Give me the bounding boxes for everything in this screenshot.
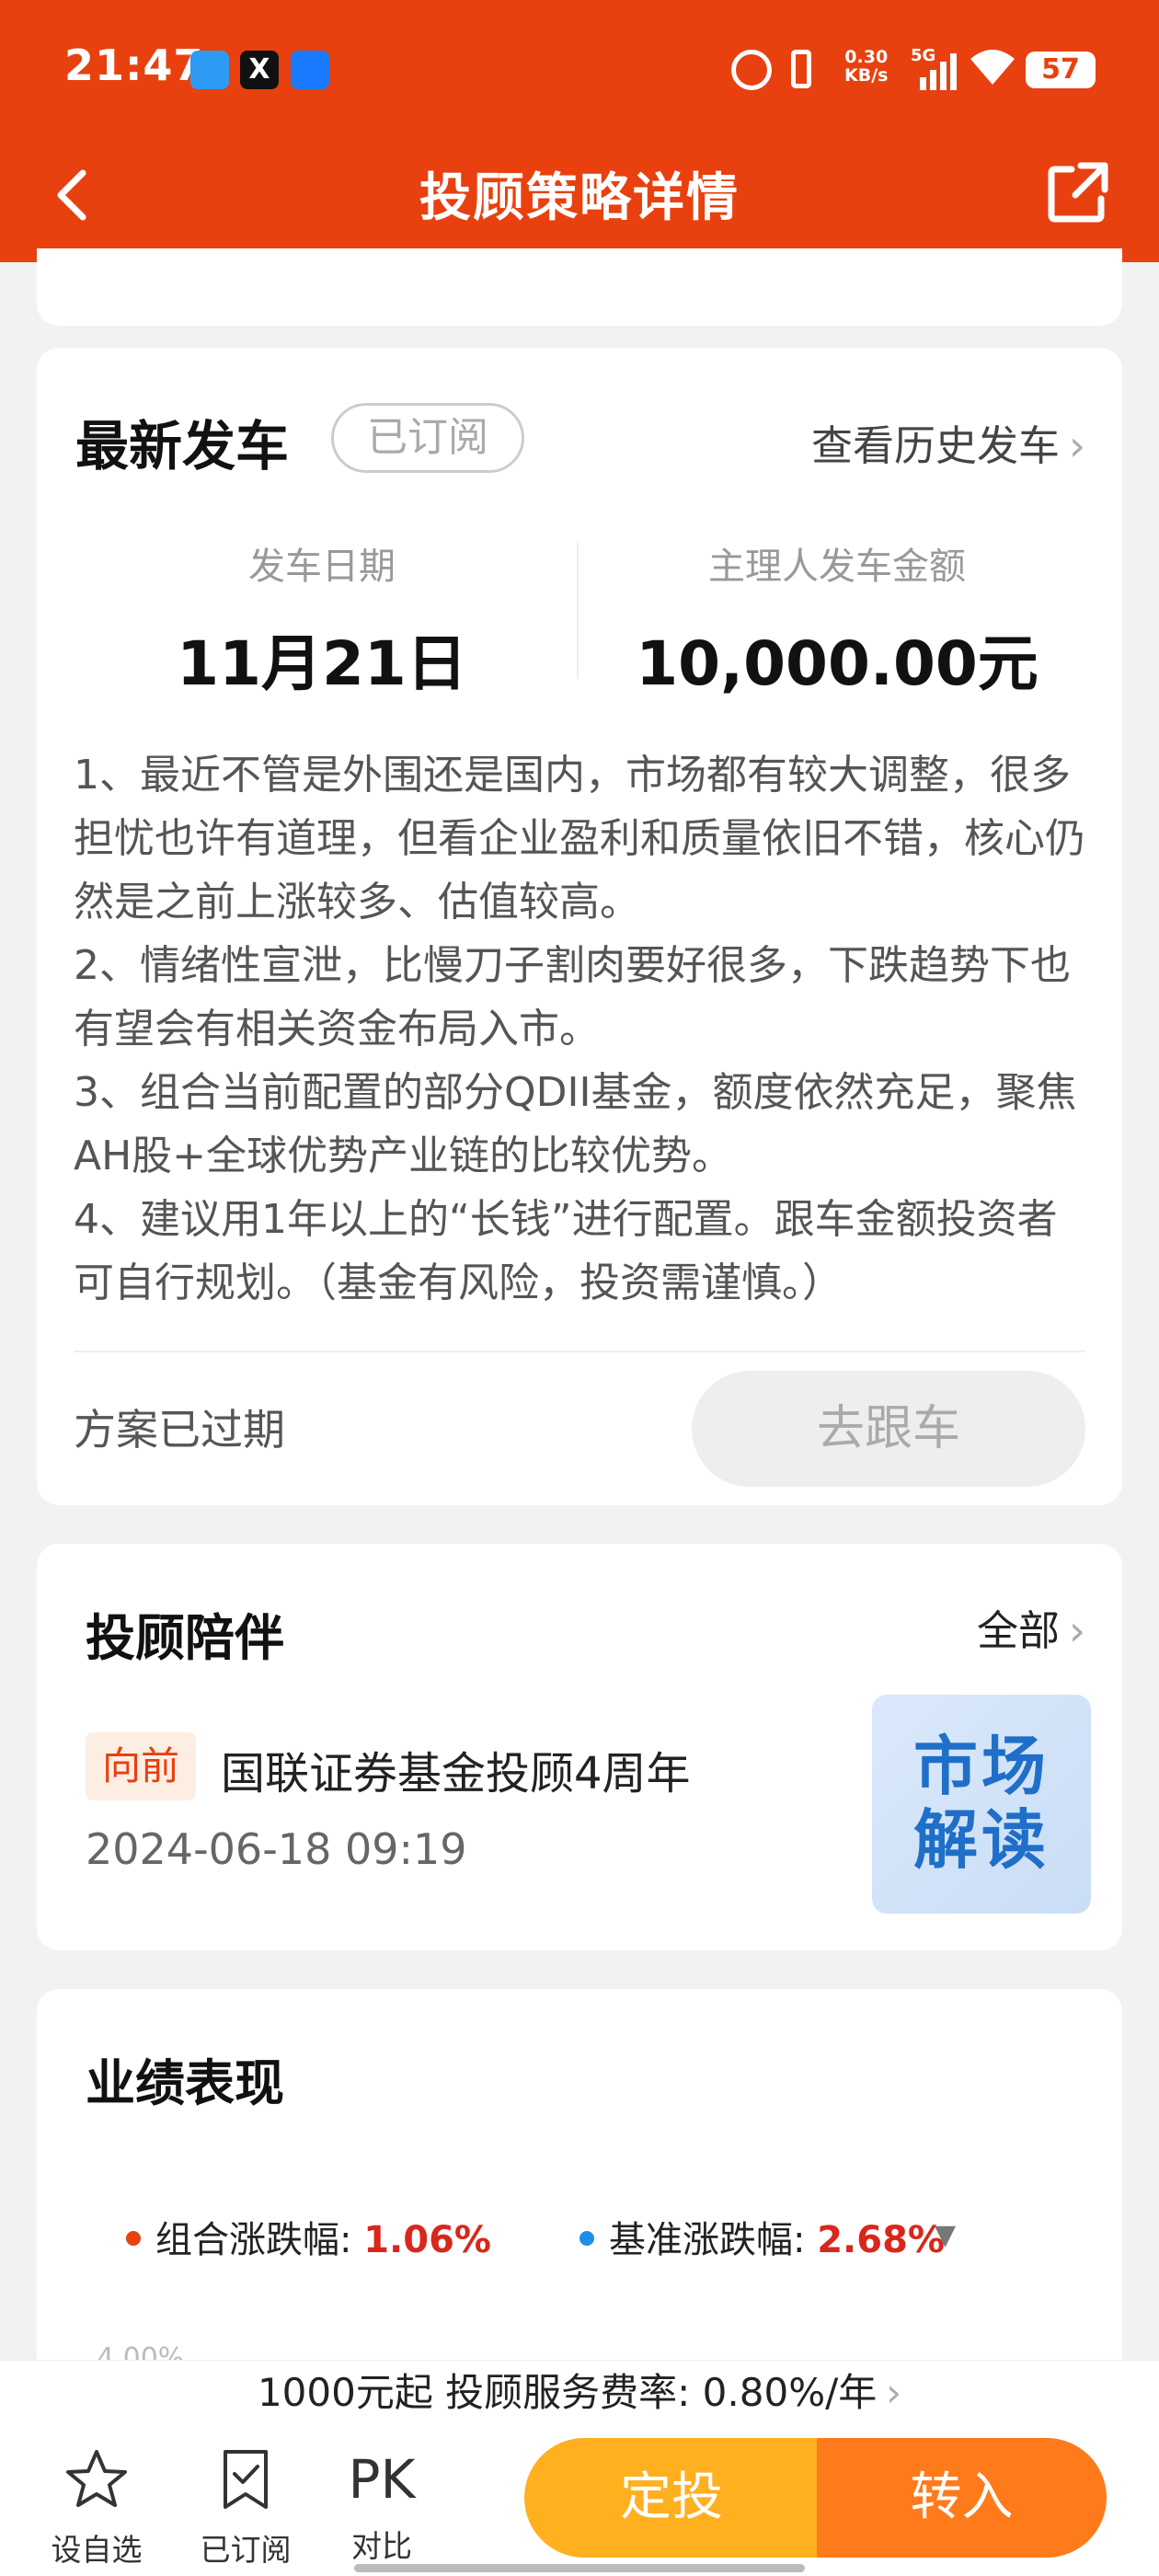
stat-divider (577, 541, 579, 679)
net-speed-value: 0.30 (844, 47, 889, 67)
status-bar: 21:47 X 0.30 KB/s 5G 57 (0, 0, 1159, 138)
performance-card: 业绩表现 组合涨跌幅: 1.06% 基准涨跌幅: 2.68% ▼ 4.00% (37, 1989, 1122, 2375)
net-speed: 0.30 KB/s (844, 48, 888, 85)
previous-card-tail (37, 248, 1122, 326)
net-speed-unit: KB/s (844, 65, 889, 86)
legend-label: 基准涨跌幅: (609, 2219, 818, 2261)
fee-text: 1000元起 投顾服务费率: 0.80%/年 (257, 2370, 878, 2415)
message-app-icon (291, 51, 329, 89)
portfolio-dot-icon (126, 2231, 141, 2246)
paragraph: 4、建议用1年以上的“长钱”进行配置。跟车金额投资者可自行规划。（基金有风险，投… (74, 1196, 1058, 1306)
battery-icon: 57 (1026, 52, 1096, 88)
bottom-action-bar: 设自选 已订阅 PK 对比 定投 转入 (0, 2424, 1159, 2576)
chevron-right-icon: › (1069, 421, 1085, 470)
article-date: 2024-06-18 09:19 (86, 1824, 467, 1874)
chevron-right-icon: › (886, 2370, 902, 2415)
status-time: 21:47 (64, 40, 204, 90)
page-title: 投顾策略详情 (419, 168, 740, 228)
launch-date-value: 11月21日 (177, 628, 467, 699)
home-indicator[interactable] (354, 2564, 805, 2572)
add-watchlist-button[interactable]: 设自选 (37, 2443, 156, 2570)
app-notification-icon (190, 51, 229, 89)
latest-launch-card: 最新发车 已订阅 查看历史发车 › 发车日期 11月21日 主理人发车金额 10,… (37, 348, 1122, 1505)
history-link-label: 查看历史发车 (810, 421, 1060, 470)
bookmark-check-icon (224, 2450, 268, 2509)
dingtou-button[interactable]: 定投 (524, 2438, 819, 2558)
star-icon (66, 2450, 127, 2507)
chevron-right-icon: › (1069, 1606, 1085, 1655)
expired-text: 方案已过期 (74, 1405, 285, 1455)
benchmark-dropdown-icon[interactable]: ▼ (935, 2219, 956, 2251)
pk-icon: PK (348, 2448, 416, 2511)
launch-description: 1、最近不管是外围还是国内，市场都有较大调整，很多担忧也许有道理，但看企业盈利和… (74, 743, 1085, 1315)
paragraph: 2、情绪性宣泄，比慢刀子割肉要好很多，下跌趋势下也有望会有相关资金布局入市。 (74, 942, 1071, 1052)
share-icon[interactable] (1044, 158, 1112, 226)
legend-label: 组合涨跌幅: (155, 2219, 364, 2261)
article-thumbnail[interactable]: 市场 解读 (872, 1695, 1091, 1914)
transfer-in-button[interactable]: 转入 (817, 2438, 1107, 2558)
benchmark-legend: 基准涨跌幅: 2.68% (580, 2210, 945, 2263)
view-history-link[interactable]: 查看历史发车 › (811, 412, 1085, 472)
x-app-icon: X (240, 51, 279, 89)
alarm-icon (731, 50, 772, 90)
launch-amount-label: 主理人发车金额 (708, 546, 966, 588)
portfolio-return: 1.06% (363, 2219, 491, 2261)
section-title: 投顾陪伴 (86, 1609, 284, 1667)
nav-label: 对比 (351, 2528, 412, 2564)
nav-label: 已订阅 (200, 2532, 292, 2568)
section-title: 业绩表现 (86, 2054, 284, 2112)
subscribed-badge: 已订阅 (331, 403, 524, 473)
follow-button[interactable]: 去跟车 (692, 1371, 1085, 1487)
section-title: 最新发车 (75, 415, 290, 477)
compare-button[interactable]: PK 对比 (322, 2443, 442, 2566)
all-link-label: 全部 (976, 1606, 1060, 1655)
article-title[interactable]: 国联证券基金投顾4周年 (221, 1737, 691, 1801)
thumb-line: 市场 (913, 1729, 1050, 1804)
signal-icon (920, 53, 960, 90)
launch-date-label: 发车日期 (248, 546, 396, 588)
companion-card: 投顾陪伴 全部 › 向前 国联证券基金投顾4周年 2024-06-18 09:19… (37, 1544, 1122, 1950)
article-tag: 向前 (86, 1732, 196, 1800)
subscribed-button[interactable]: 已订阅 (186, 2443, 305, 2570)
nav-label: 设自选 (51, 2532, 143, 2568)
portfolio-legend: 组合涨跌幅: 1.06% (126, 2210, 491, 2263)
benchmark-dot-icon (580, 2231, 594, 2246)
fee-info-link[interactable]: 1000元起 投顾服务费率: 0.80%/年 › (0, 2360, 1159, 2424)
thumb-line: 解读 (913, 1802, 1050, 1878)
benchmark-return: 2.68% (817, 2219, 945, 2261)
paragraph: 3、组合当前配置的部分QDII基金，额度依然充足，聚焦AH股+全球优势产业链的比… (74, 1069, 1077, 1179)
paragraph: 1、最近不管是外围还是国内，市场都有较大调整，很多担忧也许有道理，但看企业盈利和… (74, 752, 1085, 926)
vibrate-icon (791, 50, 811, 88)
divider (74, 1351, 1085, 1352)
view-all-link[interactable]: 全部 › (977, 1597, 1085, 1657)
wifi-icon (970, 50, 1015, 85)
launch-amount-value: 10,000.00元 (636, 628, 1039, 699)
top-bar: 21:47 X 0.30 KB/s 5G 57 投顾策略详情 (0, 0, 1159, 262)
